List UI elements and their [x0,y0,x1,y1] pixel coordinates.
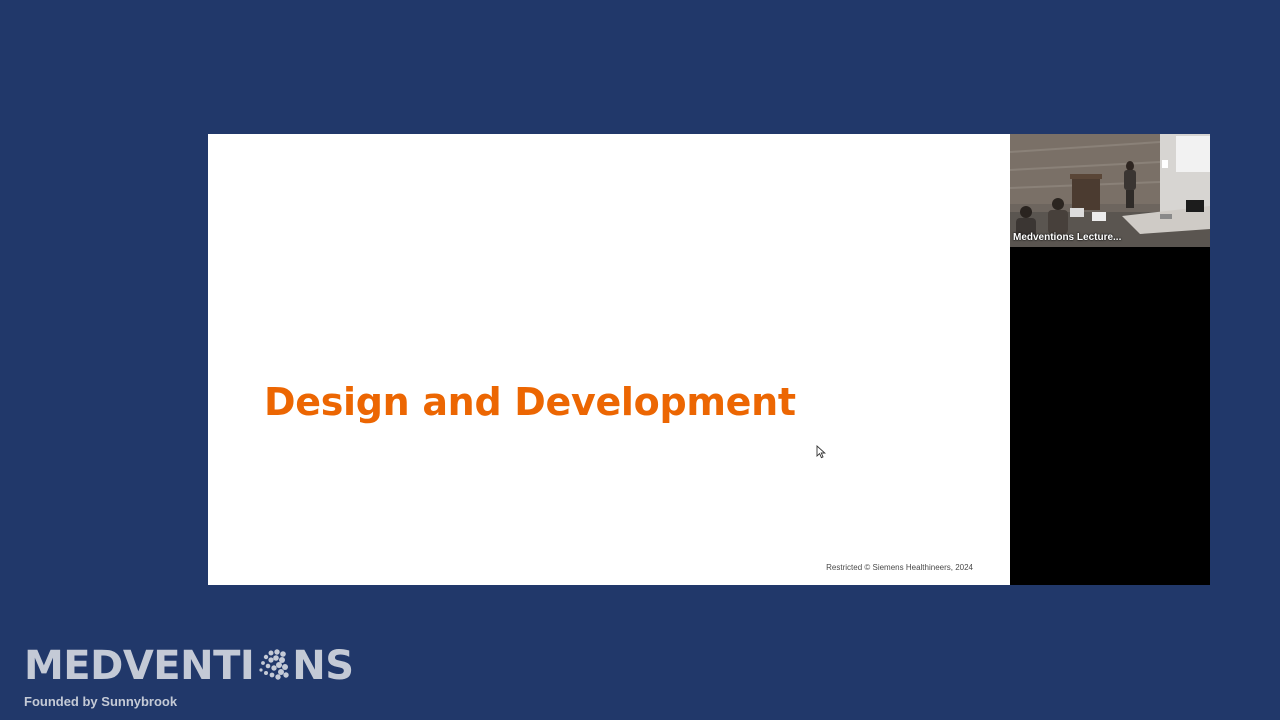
brand-logo: MEDVENTI NS [24,644,354,688]
participant-video-tile[interactable]: Medventions Lecture... [1010,134,1210,247]
medventions-brand: MEDVENTI NS Founded by Sunnybrook [24,644,354,709]
brand-tagline: Founded by Sunnybrook [24,694,178,709]
shared-slide: Design and Development Restricted © Siem… [208,134,1010,585]
slide-title: Design and Development [264,380,796,424]
globe-o-icon [259,649,289,680]
brand-logo-text-suffix: NS [292,643,354,689]
video-side-panel: Medventions Lecture... [1010,134,1210,585]
lecture-room-video-frame [1010,134,1210,247]
presentation-stage: Design and Development Restricted © Siem… [0,0,1280,720]
participant-name-label: Medventions Lecture... [1013,232,1122,243]
cursor-arrow-icon [816,445,826,459]
slide-footer: Restricted © Siemens Healthineers, 2024 [826,563,973,572]
brand-logo-text-prefix: MEDVENTI [24,643,255,689]
